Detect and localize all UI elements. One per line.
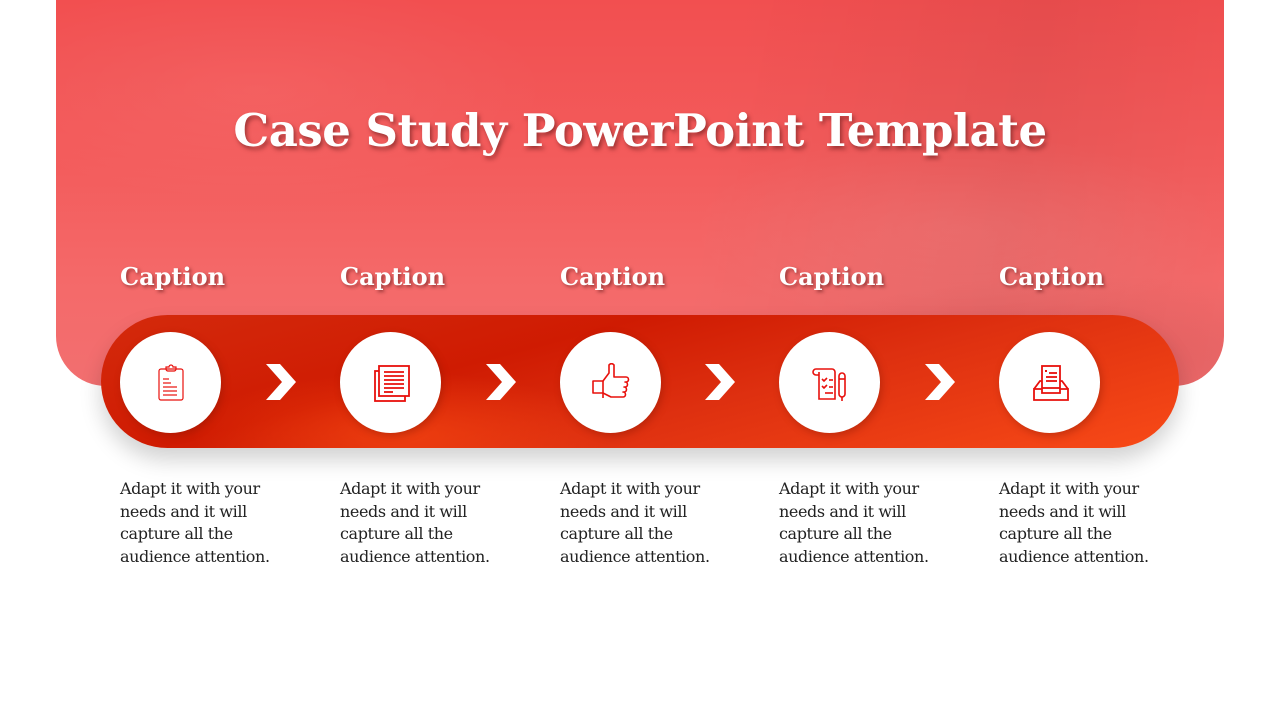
step-4-caption: Caption [779,262,885,291]
step-3-description: Adapt it with your needs and it will cap… [560,479,710,566]
step-1-caption: Caption [120,262,226,291]
step-5-icon-circle [999,332,1100,433]
chevron-right-icon [925,364,955,400]
clipboard-icon [157,363,184,401]
inbox-tray-icon [1032,364,1069,401]
step-2-icon-circle [340,332,441,433]
step-5-description: Adapt it with your needs and it will cap… [999,479,1149,566]
step-5-caption: Caption [999,262,1105,291]
notepad-pen-icon [811,367,846,401]
step-2-description: Adapt it with your needs and it will cap… [340,479,490,566]
chevron-right-icon [486,364,516,400]
step-4-description: Adapt it with your needs and it will cap… [779,479,929,566]
chevron-right-icon [705,364,735,400]
step-1-icon-circle [120,332,221,433]
step-3-caption: Caption [560,262,666,291]
step-1-description: Adapt it with your needs and it will cap… [120,479,270,566]
step-3-icon-circle [560,332,661,433]
documents-icon [373,364,410,402]
step-4-icon-circle [779,332,880,433]
chevron-right-icon [266,364,296,400]
step-2-caption: Caption [340,262,446,291]
slide-title: Case Study PowerPoint Template [233,104,1047,157]
thumbs-up-icon [591,362,629,398]
